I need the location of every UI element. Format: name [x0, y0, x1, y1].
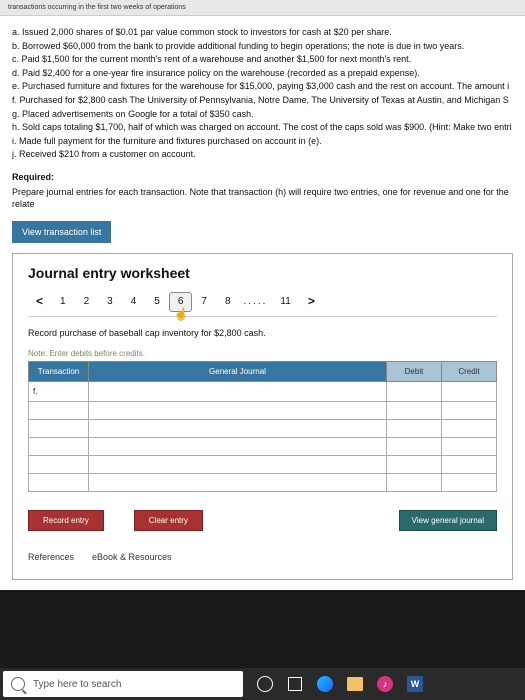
record-entry-button[interactable]: Record entry: [28, 510, 104, 531]
problem-item: f. Purchased for $2,800 cash The Univers…: [12, 94, 513, 107]
problem-list: a. Issued 2,000 shares of $0.01 par valu…: [12, 26, 513, 161]
cell-credit[interactable]: [442, 382, 497, 402]
header-fragment: transactions occurring in the first two …: [0, 0, 525, 16]
required-label: Required:: [12, 171, 513, 184]
tab-1[interactable]: 1: [51, 292, 75, 312]
tab-7[interactable]: 7: [192, 292, 216, 312]
cell-debit[interactable]: [387, 456, 442, 474]
journal-table: Transaction General Journal Debit Credit…: [28, 361, 497, 492]
view-general-journal-button[interactable]: View general journal: [399, 510, 497, 531]
cell-account[interactable]: [89, 474, 387, 492]
cell-transaction[interactable]: [29, 456, 89, 474]
problem-item: c. Paid $1,500 for the current month's r…: [12, 53, 513, 66]
tab-2[interactable]: 2: [75, 292, 99, 312]
problem-item: e. Purchased furniture and fixtures for …: [12, 80, 513, 93]
tab-6[interactable]: 6 ☝: [169, 292, 193, 312]
tab-8[interactable]: 8: [216, 292, 240, 312]
cell-credit[interactable]: [442, 402, 497, 420]
edge-shape-icon: [317, 676, 333, 692]
cell-credit[interactable]: [442, 474, 497, 492]
references-link[interactable]: References: [28, 551, 74, 564]
action-row: Record entry Clear entry View general jo…: [28, 510, 497, 531]
tab-next-button[interactable]: >: [300, 291, 323, 312]
cell-debit[interactable]: [387, 438, 442, 456]
tab-prev-button[interactable]: <: [28, 291, 51, 312]
cell-credit[interactable]: [442, 438, 497, 456]
tab-row: < 1 2 3 4 5 6 ☝ 7 8 ..... 11 >: [28, 291, 497, 317]
windows-taskbar: Type here to search ♪ W: [0, 668, 525, 700]
tab-dots: .....: [240, 295, 272, 309]
problem-item: h. Sold caps totaling $1,700, half of wh…: [12, 121, 513, 134]
file-explorer-icon[interactable]: [345, 674, 365, 694]
tab-11[interactable]: 11: [271, 292, 299, 312]
word-app-icon[interactable]: W: [405, 674, 425, 694]
music-app-icon[interactable]: ♪: [375, 674, 395, 694]
word-shape-icon: W: [407, 676, 423, 692]
action-left: Record entry Clear entry: [28, 510, 203, 531]
col-general-journal: General Journal: [89, 361, 387, 381]
cell-account[interactable]: [89, 456, 387, 474]
cell-transaction[interactable]: [29, 474, 89, 492]
cell-account[interactable]: [89, 382, 387, 402]
folder-shape-icon: [347, 677, 363, 691]
problem-item: i. Made full payment for the furniture a…: [12, 135, 513, 148]
cell-debit[interactable]: [387, 420, 442, 438]
task-view-icon[interactable]: [285, 674, 305, 694]
circle-icon: [257, 676, 273, 692]
clear-entry-button[interactable]: Clear entry: [134, 510, 203, 531]
cell-transaction[interactable]: f.: [29, 382, 89, 402]
cell-credit[interactable]: [442, 420, 497, 438]
cell-credit[interactable]: [442, 456, 497, 474]
search-icon: [11, 677, 25, 691]
tab-5[interactable]: 5: [145, 292, 169, 312]
note-text: Note: Enter debits before credits.: [28, 348, 497, 359]
cell-transaction[interactable]: [29, 438, 89, 456]
cell-transaction[interactable]: [29, 402, 89, 420]
record-instruction: Record purchase of baseball cap inventor…: [28, 327, 497, 340]
taskview-shape-icon: [288, 677, 302, 691]
view-transaction-list-button[interactable]: View transaction list: [12, 221, 111, 243]
cell-debit[interactable]: [387, 402, 442, 420]
cell-transaction[interactable]: [29, 420, 89, 438]
cell-account[interactable]: [89, 402, 387, 420]
cell-account[interactable]: [89, 438, 387, 456]
problem-item: a. Issued 2,000 shares of $0.01 par valu…: [12, 26, 513, 39]
cell-debit[interactable]: [387, 382, 442, 402]
problem-item: j. Received $210 from a customer on acco…: [12, 148, 513, 161]
tab-3[interactable]: 3: [98, 292, 122, 312]
problem-item: d. Paid $2,400 for a one-year fire insur…: [12, 67, 513, 80]
references-row: References eBook & Resources: [28, 551, 497, 564]
worksheet-title: Journal entry worksheet: [28, 264, 497, 284]
music-shape-icon: ♪: [377, 676, 393, 692]
cell-debit[interactable]: [387, 474, 442, 492]
cursor-hand-icon: ☝: [174, 306, 189, 323]
col-credit: Credit: [442, 361, 497, 381]
cortana-icon[interactable]: [255, 674, 275, 694]
journal-worksheet: Journal entry worksheet < 1 2 3 4 5 6 ☝ …: [12, 253, 513, 580]
required-text: Prepare journal entries for each transac…: [12, 186, 513, 211]
search-placeholder: Type here to search: [33, 679, 121, 690]
problem-item: g. Placed advertisements on Google for a…: [12, 108, 513, 121]
edge-browser-icon[interactable]: [315, 674, 335, 694]
page-container: transactions occurring in the first two …: [0, 0, 525, 590]
taskbar-icons: ♪ W: [255, 674, 425, 694]
ebook-resources-link[interactable]: eBook & Resources: [92, 551, 172, 564]
tab-4[interactable]: 4: [122, 292, 146, 312]
problem-body: a. Issued 2,000 shares of $0.01 par valu…: [0, 16, 525, 590]
cell-account[interactable]: [89, 420, 387, 438]
col-debit: Debit: [387, 361, 442, 381]
col-transaction: Transaction: [29, 361, 89, 381]
taskbar-search[interactable]: Type here to search: [3, 671, 243, 697]
problem-item: b. Borrowed $60,000 from the bank to pro…: [12, 40, 513, 53]
